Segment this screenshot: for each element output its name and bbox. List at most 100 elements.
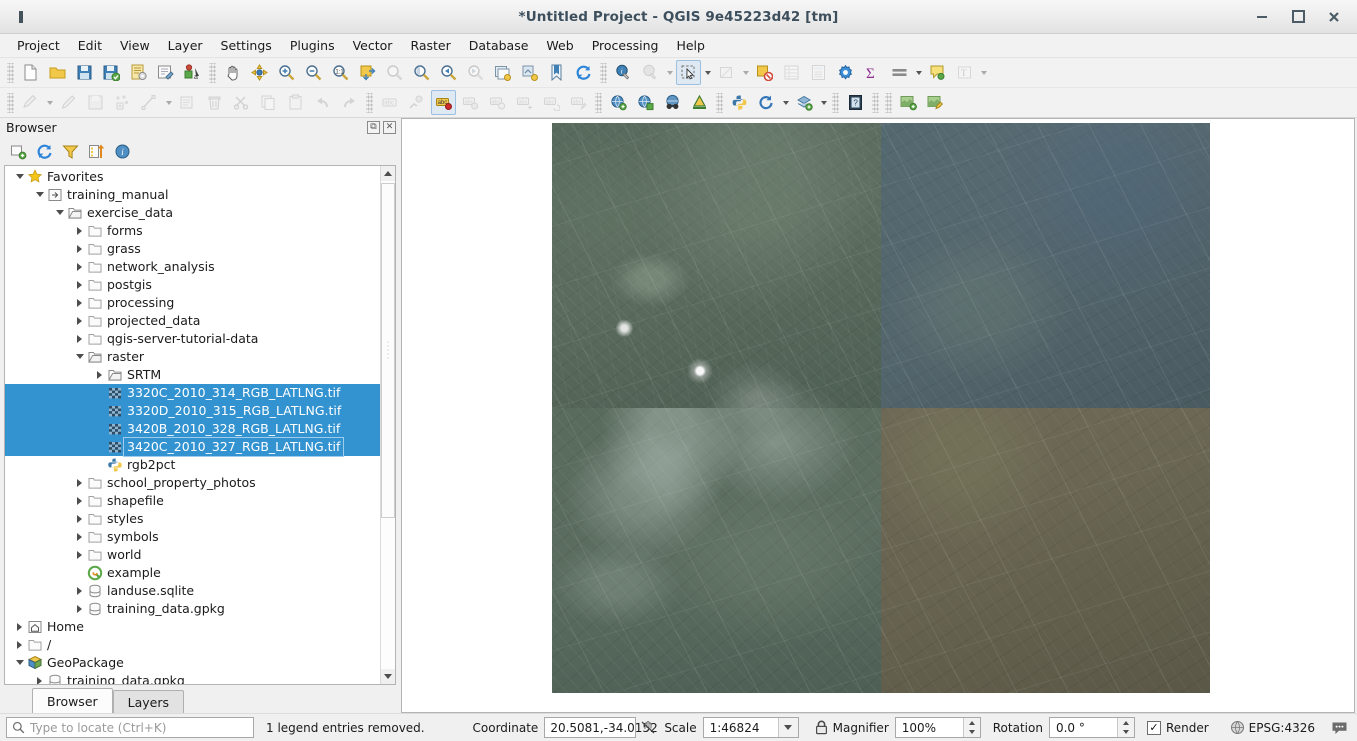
move-label-button[interactable]: abc bbox=[512, 90, 537, 115]
tree-item[interactable]: 3420B_2010_328_RGB_LATLNG.tif bbox=[5, 420, 380, 438]
toolbar-grip-2[interactable] bbox=[209, 63, 216, 83]
new-project-button[interactable] bbox=[18, 60, 43, 85]
menu-raster[interactable]: Raster bbox=[401, 35, 459, 56]
python-console-button[interactable] bbox=[727, 90, 752, 115]
temporal-controller-button[interactable] bbox=[754, 90, 779, 115]
tree-item[interactable]: exercise_data bbox=[5, 204, 380, 222]
zoom-last-button[interactable] bbox=[436, 60, 461, 85]
tree-expander-icon[interactable] bbox=[73, 600, 86, 618]
highlight-pinned-labels-button[interactable]: abc bbox=[431, 90, 456, 115]
tree-item[interactable]: GeoPackage bbox=[5, 654, 380, 672]
tree-expander-icon[interactable] bbox=[33, 186, 46, 204]
temporal-dropdown-arrow[interactable] bbox=[780, 90, 791, 115]
zoom-next-button[interactable] bbox=[463, 60, 488, 85]
tree-expander-icon[interactable] bbox=[73, 222, 86, 240]
add-delimited-text-layer-button[interactable] bbox=[923, 90, 948, 115]
tree-expander-icon[interactable] bbox=[93, 366, 106, 384]
change-label-button[interactable]: abc bbox=[566, 90, 591, 115]
current-edits-dropdown-arrow[interactable] bbox=[44, 90, 55, 115]
pan-to-selection-button[interactable] bbox=[247, 60, 272, 85]
zoom-out-button[interactable] bbox=[301, 60, 326, 85]
save-layer-edits-button[interactable] bbox=[83, 90, 108, 115]
tree-item[interactable]: projected_data bbox=[5, 312, 380, 330]
lock-scale-button[interactable] bbox=[811, 718, 833, 738]
toolbar-grip[interactable] bbox=[7, 63, 14, 83]
menu-processing[interactable]: Processing bbox=[583, 35, 668, 56]
add-selected-layers-button[interactable] bbox=[8, 141, 28, 161]
text-annotation-dropdown-arrow[interactable] bbox=[978, 60, 989, 85]
tree-item[interactable]: example bbox=[5, 564, 380, 582]
tree-item[interactable]: 3320D_2010_315_RGB_LATLNG.tif bbox=[5, 402, 380, 420]
tree-item[interactable]: school_property_photos bbox=[5, 474, 380, 492]
save-project-button[interactable] bbox=[72, 60, 97, 85]
tree-expander-icon[interactable] bbox=[73, 240, 86, 258]
menu-database[interactable]: Database bbox=[460, 35, 538, 56]
rotation-decrease[interactable] bbox=[1118, 728, 1134, 738]
tree-item[interactable]: training_data.gpkg bbox=[5, 672, 380, 685]
tree-expander-icon[interactable] bbox=[73, 312, 86, 330]
zoom-in-button[interactable] bbox=[274, 60, 299, 85]
add-feature-button[interactable] bbox=[110, 90, 135, 115]
select-features-dropdown-arrow[interactable] bbox=[702, 60, 713, 85]
tree-item[interactable]: network_analysis bbox=[5, 258, 380, 276]
toolbar2-grip-2[interactable] bbox=[366, 93, 373, 113]
delete-selected-button[interactable] bbox=[202, 90, 227, 115]
copy-features-button[interactable] bbox=[256, 90, 281, 115]
measure-button[interactable] bbox=[638, 60, 663, 85]
tree-expander-icon[interactable] bbox=[73, 330, 86, 348]
manage-plugins-button[interactable] bbox=[792, 90, 817, 115]
locator-bar[interactable]: Type to locate (Ctrl+K) bbox=[6, 717, 254, 738]
rotation-spin-buttons[interactable] bbox=[1117, 718, 1134, 737]
toggle-editing-button[interactable] bbox=[56, 90, 81, 115]
scroll-thumb[interactable] bbox=[381, 183, 395, 518]
identify-features-button[interactable]: i bbox=[611, 60, 636, 85]
toolbar2-grip-5[interactable] bbox=[832, 93, 839, 113]
tree-item[interactable]: / bbox=[5, 636, 380, 654]
menu-help[interactable]: Help bbox=[667, 35, 714, 56]
tree-expander-icon[interactable] bbox=[73, 348, 86, 366]
tree-expander-icon[interactable] bbox=[73, 492, 86, 510]
menu-web[interactable]: Web bbox=[537, 35, 582, 56]
coordinate-field[interactable]: 20.5081,-34.0152 bbox=[544, 717, 636, 738]
scale-dropdown-button[interactable] bbox=[778, 718, 798, 737]
tree-item[interactable]: Favorites bbox=[5, 168, 380, 186]
deselect-dropdown-arrow[interactable] bbox=[740, 60, 751, 85]
zoom-full-button[interactable] bbox=[355, 60, 380, 85]
tree-expander-icon[interactable] bbox=[13, 654, 26, 672]
tree-item[interactable]: Home bbox=[5, 618, 380, 636]
georeferencer-button[interactable] bbox=[687, 90, 712, 115]
properties-widget-button[interactable]: i bbox=[112, 141, 132, 161]
filter-browser-button[interactable] bbox=[60, 141, 80, 161]
paste-features-button[interactable] bbox=[283, 90, 308, 115]
refresh-button[interactable] bbox=[571, 60, 596, 85]
plugins-dropdown-arrow[interactable] bbox=[818, 90, 829, 115]
tab-browser[interactable]: Browser bbox=[32, 688, 113, 713]
menu-settings[interactable]: Settings bbox=[212, 35, 281, 56]
menu-project[interactable]: Project bbox=[8, 35, 69, 56]
maximize-button[interactable] bbox=[1291, 10, 1305, 24]
toolbar2-grip[interactable] bbox=[7, 93, 14, 113]
tree-expander-icon[interactable] bbox=[73, 294, 86, 312]
tree-item[interactable]: world bbox=[5, 546, 380, 564]
add-wfs-layer-button[interactable] bbox=[633, 90, 658, 115]
messages-button[interactable] bbox=[1327, 718, 1351, 738]
tree-item[interactable]: postgis bbox=[5, 276, 380, 294]
select-by-expression-button[interactable] bbox=[752, 60, 777, 85]
map-canvas[interactable] bbox=[401, 118, 1355, 713]
pan-map-button[interactable] bbox=[220, 60, 245, 85]
current-edits-button[interactable] bbox=[18, 90, 43, 115]
rotate-label-button[interactable]: abc bbox=[539, 90, 564, 115]
help-contents-button[interactable]: ? bbox=[843, 90, 868, 115]
zoom-to-layer-button[interactable] bbox=[409, 60, 434, 85]
measure-bar-dropdown-arrow[interactable] bbox=[913, 60, 924, 85]
menu-layer[interactable]: Layer bbox=[159, 35, 212, 56]
tree-item[interactable]: rgb2pct bbox=[5, 456, 380, 474]
open-data-source-manager-button[interactable] bbox=[896, 90, 921, 115]
save-project-as-button[interactable] bbox=[99, 60, 124, 85]
tree-expander-icon[interactable] bbox=[73, 474, 86, 492]
tree-expander-icon[interactable] bbox=[13, 168, 26, 186]
tree-item[interactable]: qgis-server-tutorial-data bbox=[5, 330, 380, 348]
collapse-all-button[interactable] bbox=[86, 141, 106, 161]
select-features-button[interactable] bbox=[676, 60, 701, 85]
pin-labels-button[interactable]: abc bbox=[458, 90, 483, 115]
